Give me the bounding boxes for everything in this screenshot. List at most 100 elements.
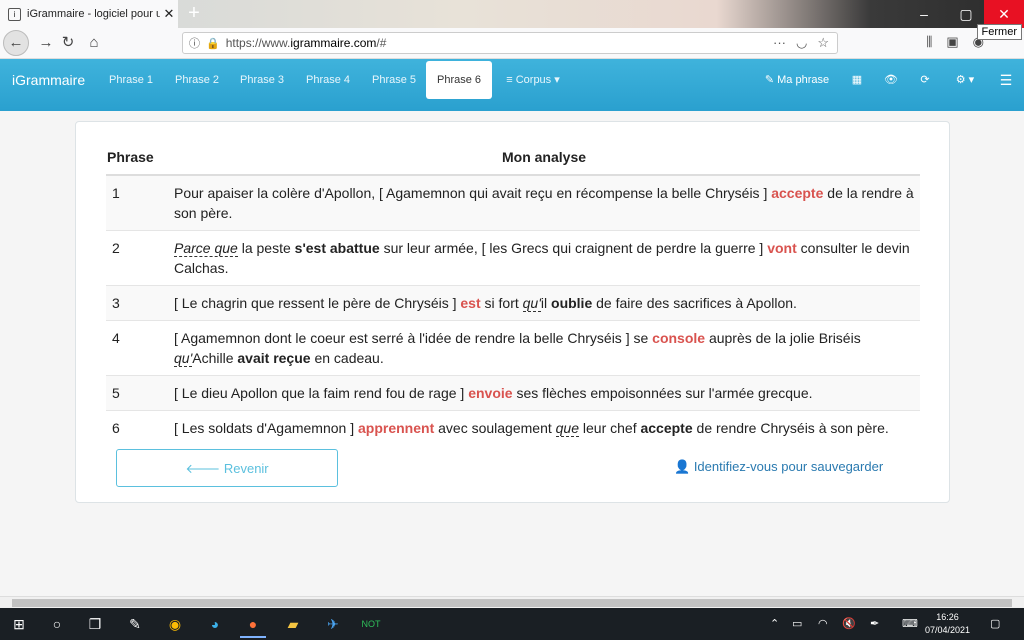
browser-tab-bar: i iGrammaire - logiciel pour un ✕ + – ▢ … <box>0 0 1024 28</box>
main-verb: console <box>652 330 706 346</box>
text-segment: avec soulagement <box>434 420 556 436</box>
volume-icon[interactable]: 🔇 <box>842 617 856 630</box>
login-label: Identifiez-vous pour sauvegarder <box>693 459 884 474</box>
settings-icon[interactable]: ⚙ ▾ <box>950 59 980 101</box>
info-icon[interactable]: ⓘ <box>189 35 200 51</box>
clock-date: 07/04/2021 <box>924 625 970 635</box>
pocket-icon[interactable]: ◡ <box>796 35 807 51</box>
phrase-analysis: [ Le dieu Apollon que la faim rend fou d… <box>168 375 920 411</box>
text-segment: il <box>540 295 552 311</box>
browser-tab[interactable]: i iGrammaire - logiciel pour un ✕ <box>0 0 178 28</box>
firefox-icon[interactable]: ● <box>240 612 266 638</box>
chrome-icon[interactable]: ◉ <box>162 612 188 636</box>
list-icon: ≡ <box>506 74 516 86</box>
conjunction: qu' <box>522 295 541 312</box>
tab-phrase-3[interactable]: Phrase 3 <box>231 59 293 101</box>
eye-icon[interactable]: 👁 <box>880 59 902 101</box>
phrase-number: 2 <box>106 230 168 286</box>
reload-button[interactable]: ↻ <box>56 31 80 55</box>
login-link[interactable]: 👤 Identifiez-vous pour sauvegarder <box>674 459 883 475</box>
caret-down-icon: ▾ <box>551 74 560 86</box>
menu-icon[interactable]: ☰ <box>996 59 1016 101</box>
address-bar[interactable]: ⓘ 🔒 https://www. igrammaire.com/# ··· ◡ ☆ <box>182 32 838 54</box>
pen-icon[interactable]: ✒ <box>870 617 879 630</box>
bookmark-star-icon[interactable]: ☆ <box>817 35 829 51</box>
text-segment: si fort <box>480 295 523 311</box>
notes-app-icon[interactable]: ✎ <box>122 612 148 636</box>
tab-phrase-6[interactable]: Phrase 6 <box>426 61 492 99</box>
home-button[interactable]: ⌂ <box>82 31 106 55</box>
task-view-icon[interactable]: ❐ <box>82 612 108 636</box>
arrow-left-icon: 🡐 <box>185 461 224 476</box>
url-prefix: https://www. <box>225 36 291 50</box>
wifi-icon[interactable]: ◠ <box>818 617 828 630</box>
browser-tab-title: iGrammaire - logiciel pour un <box>27 8 160 20</box>
back-button-revenir[interactable]: 🡐 Revenir <box>116 449 338 487</box>
battery-icon[interactable]: ▭ <box>792 617 802 630</box>
app-brand[interactable]: iGrammaire <box>12 59 85 101</box>
file-explorer-icon[interactable]: ▰ <box>280 612 306 636</box>
tab-phrase-1[interactable]: Phrase 1 <box>100 59 162 101</box>
phrase-number: 1 <box>106 174 168 231</box>
url-suffix: /# <box>376 36 387 50</box>
text-segment: [ Les soldats d'Agamemnon ] <box>174 420 358 436</box>
text-segment: de faire des sacrifices à Apollon. <box>592 295 797 311</box>
column-header-phrase: Phrase <box>106 140 168 176</box>
new-tab-button[interactable]: + <box>182 2 206 26</box>
main-verb: accepte <box>771 185 824 201</box>
tray-chevron-icon[interactable]: ⌃ <box>770 617 779 630</box>
text-segment: [ Le dieu Apollon que la faim rend fou d… <box>174 385 469 401</box>
text-segment: Achille <box>192 350 238 366</box>
close-tab-icon[interactable]: ✕ <box>160 6 178 22</box>
windows-start-icon[interactable]: ⊞ <box>6 612 32 636</box>
phrase-number: 4 <box>106 320 168 376</box>
sidebar-icon[interactable]: ▣ <box>946 34 958 50</box>
tab-phrase-5[interactable]: Phrase 5 <box>363 59 425 101</box>
scrollbar-thumb[interactable] <box>12 599 1012 607</box>
minimize-window-button[interactable]: – <box>904 0 944 28</box>
forward-button[interactable]: → <box>34 31 58 55</box>
table-row: 4 [ Agamemnon dont le coeur est serré à l… <box>106 320 920 376</box>
refresh-icon[interactable]: ⟳ <box>914 59 936 101</box>
table-row: 3 [ Le chagrin que ressent le père de Chr… <box>106 285 920 321</box>
table-row: 1 Pour apaiser la colère d'Apollon, [ Aga… <box>106 174 920 231</box>
mail-app-icon[interactable]: ✈ <box>320 612 346 636</box>
back-button[interactable]: ← <box>3 30 29 56</box>
secondary-verb: s'est abattue <box>294 240 380 256</box>
edge-icon[interactable]: ◕ <box>202 612 228 636</box>
tab-phrase-4[interactable]: Phrase 4 <box>297 59 359 101</box>
analysis-table: Phrase Mon analyse 1 Pour apaiser la colè… <box>106 140 920 445</box>
app-navbar: iGrammaire Phrase 1 Phrase 2 Phrase 3 Ph… <box>0 59 1024 111</box>
table-row: 2 Parce que la peste s'est abattue sur le… <box>106 230 920 286</box>
ma-phrase-button[interactable]: ✎ Ma phrase <box>760 59 834 101</box>
site-favicon-icon: i <box>8 7 21 21</box>
search-icon[interactable]: ○ <box>44 612 70 636</box>
close-tooltip: Fermer <box>976 24 1022 40</box>
conjunction: que <box>555 420 579 437</box>
main-verb: apprennent <box>358 420 435 436</box>
text-segment: [ Agamemnon dont le coeur est serré à l'… <box>174 330 653 346</box>
qrcode-icon[interactable]: ▦ <box>846 59 868 101</box>
main-verb: vont <box>767 240 797 256</box>
keyboard-icon[interactable]: ⌨ <box>902 617 918 630</box>
more-actions-icon[interactable]: ··· <box>773 35 786 51</box>
text-segment: de rendre Chryséis à son père. <box>692 420 889 436</box>
library-icon[interactable]: ⫼ <box>926 34 932 50</box>
analysis-panel: Phrase Mon analyse 1 Pour apaiser la colè… <box>75 121 950 503</box>
secondary-verb: avait reçue <box>237 350 311 366</box>
phrase-analysis: [ Agamemnon dont le coeur est serré à l'… <box>168 320 920 376</box>
url-host: igrammaire.com <box>290 36 377 50</box>
text-segment: sur leur armée, [ les Grecs qui craignen… <box>379 240 768 256</box>
notifications-icon[interactable]: ▢ <box>990 617 1000 630</box>
phrase-analysis: [ Le chagrin que ressent le père de Chry… <box>168 285 920 321</box>
browser-nav-bar: ← → ↻ ⌂ ⓘ 🔒 https://www. igrammaire.com/#… <box>0 28 1024 59</box>
not-app-icon[interactable]: NOT <box>358 612 384 636</box>
secondary-verb: accepte <box>640 420 693 436</box>
tab-phrase-2[interactable]: Phrase 2 <box>166 59 228 101</box>
corpus-label: Corpus <box>515 74 552 86</box>
table-row: 6[ Les soldats d'Agamemnon ] apprennent … <box>106 410 920 445</box>
clock[interactable]: 16:26 07/04/2021 <box>925 611 970 637</box>
text-segment: leur chef <box>579 420 641 436</box>
phrase-number: 6 <box>106 410 168 445</box>
corpus-dropdown[interactable]: ≡ Corpus ▾ <box>500 59 566 101</box>
